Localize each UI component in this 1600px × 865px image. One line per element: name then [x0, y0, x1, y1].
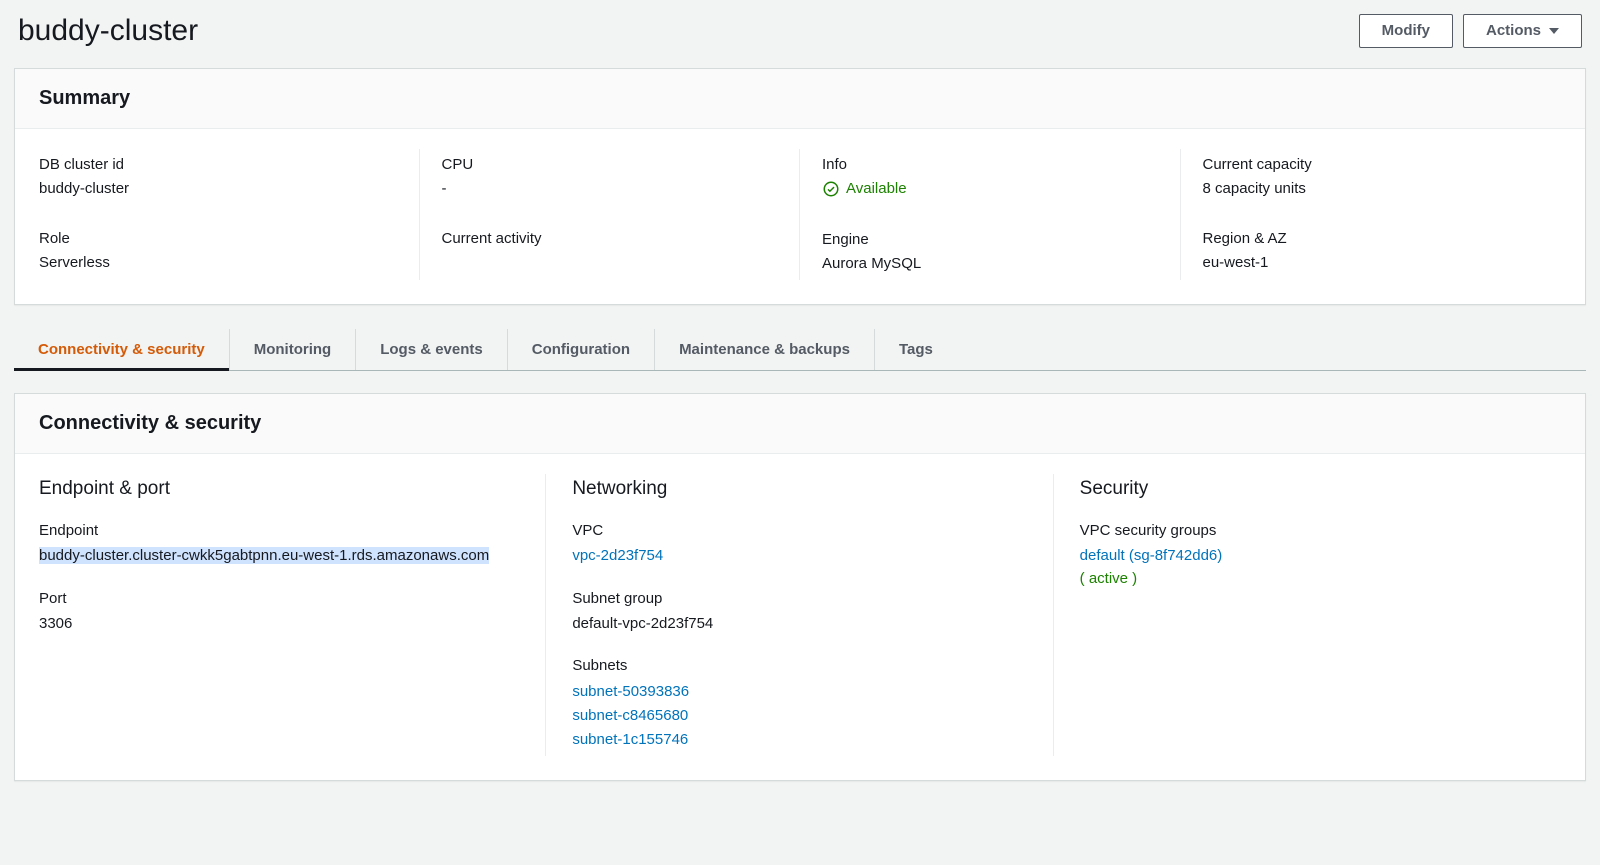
connectivity-panel-body: Endpoint & port Endpoint buddy-cluster.c… [15, 454, 1585, 780]
value-cpu: - [442, 177, 778, 201]
label-current-capacity: Current capacity [1203, 153, 1540, 177]
connectivity-panel-header: Connectivity & security [15, 394, 1585, 454]
chevron-down-icon [1549, 28, 1559, 34]
subnet-link[interactable]: subnet-c8465680 [572, 704, 688, 728]
security-group-status: ( active ) [1080, 570, 1138, 587]
networking-col: Networking VPC vpc-2d23f754 Subnet group… [546, 474, 1053, 756]
tab-maintenance-backups[interactable]: Maintenance & backups [655, 329, 875, 370]
actions-button-label: Actions [1486, 21, 1541, 41]
connectivity-heading: Connectivity & security [39, 412, 1561, 435]
subnet-link[interactable]: subnet-1c155746 [572, 728, 688, 752]
vpc-sg-block: VPC security groups default (sg-8f742dd6… [1080, 522, 1561, 590]
summary-col-2: Info Available Engine Aurora MySQL [800, 149, 1181, 280]
label-region-az: Region & AZ [1203, 227, 1540, 251]
modify-button-label: Modify [1382, 21, 1430, 41]
label-current-activity: Current activity [442, 227, 778, 251]
page-header: buddy-cluster Modify Actions [14, 10, 1586, 68]
field-current-activity: Current activity [442, 227, 778, 251]
value-db-cluster-id: buddy-cluster [39, 177, 397, 201]
check-circle-icon [822, 180, 840, 198]
summary-col-0: DB cluster id buddy-cluster Role Serverl… [39, 149, 420, 280]
summary-heading: Summary [39, 87, 1561, 110]
endpoint-value-wrap: buddy-cluster.cluster-cwkk5gabtpnn.eu-we… [39, 545, 519, 568]
vpc-value-wrap: vpc-2d23f754 [572, 545, 1026, 568]
value-role: Serverless [39, 251, 397, 275]
value-info: Available [822, 177, 907, 201]
summary-panel-header: Summary [15, 69, 1585, 129]
vpc-sg-value: default (sg-8f742dd6) ( active ) [1080, 545, 1561, 590]
tab-configuration[interactable]: Configuration [508, 329, 655, 370]
vpc-label: VPC [572, 522, 1026, 539]
label-engine: Engine [822, 228, 1158, 252]
label-db-cluster-id: DB cluster id [39, 153, 397, 177]
subnet-link[interactable]: subnet-50393836 [572, 680, 689, 704]
subnets-list: subnet-50393836 subnet-c8465680 subnet-1… [572, 680, 1026, 752]
endpoint-value[interactable]: buddy-cluster.cluster-cwkk5gabtpnn.eu-we… [39, 547, 489, 564]
summary-grid: DB cluster id buddy-cluster Role Serverl… [39, 149, 1561, 280]
connectivity-panel: Connectivity & security Endpoint & port … [14, 393, 1586, 781]
field-cpu: CPU - [442, 153, 778, 201]
tabs: Connectivity & security Monitoring Logs … [14, 329, 1586, 371]
port-value: 3306 [39, 613, 519, 636]
port-block: Port 3306 [39, 590, 519, 636]
tab-logs-events[interactable]: Logs & events [356, 329, 508, 370]
actions-button[interactable]: Actions [1463, 14, 1582, 48]
subnets-block: Subnets subnet-50393836 subnet-c8465680 … [572, 657, 1026, 752]
field-db-cluster-id: DB cluster id buddy-cluster [39, 153, 397, 201]
subnet-group-value: default-vpc-2d23f754 [572, 613, 1026, 636]
value-region-az: eu-west-1 [1203, 251, 1540, 275]
header-actions: Modify Actions [1359, 14, 1582, 48]
port-label: Port [39, 590, 519, 607]
value-info-text: Available [846, 177, 907, 201]
field-current-capacity: Current capacity 8 capacity units [1203, 153, 1540, 201]
tab-monitoring[interactable]: Monitoring [230, 329, 356, 370]
tab-tags[interactable]: Tags [875, 329, 957, 370]
security-col: Security VPC security groups default (sg… [1054, 474, 1561, 756]
value-current-capacity: 8 capacity units [1203, 177, 1540, 201]
label-cpu: CPU [442, 153, 778, 177]
endpoint-block: Endpoint buddy-cluster.cluster-cwkk5gabt… [39, 522, 519, 568]
value-engine: Aurora MySQL [822, 252, 1158, 276]
label-info: Info [822, 153, 1158, 177]
subnet-group-label: Subnet group [572, 590, 1026, 607]
field-info: Info Available [822, 153, 1158, 202]
endpoint-label: Endpoint [39, 522, 519, 539]
modify-button[interactable]: Modify [1359, 14, 1453, 48]
summary-panel-body: DB cluster id buddy-cluster Role Serverl… [15, 129, 1585, 304]
vpc-block: VPC vpc-2d23f754 [572, 522, 1026, 568]
field-role: Role Serverless [39, 227, 397, 275]
summary-col-1: CPU - Current activity [420, 149, 801, 280]
endpoint-port-heading: Endpoint & port [39, 478, 519, 500]
endpoint-port-col: Endpoint & port Endpoint buddy-cluster.c… [39, 474, 546, 756]
field-region-az: Region & AZ eu-west-1 [1203, 227, 1540, 275]
page-title: buddy-cluster [18, 14, 198, 48]
subnet-group-block: Subnet group default-vpc-2d23f754 [572, 590, 1026, 636]
connectivity-grid: Endpoint & port Endpoint buddy-cluster.c… [39, 474, 1561, 756]
vpc-link[interactable]: vpc-2d23f754 [572, 547, 663, 564]
label-role: Role [39, 227, 397, 251]
security-heading: Security [1080, 478, 1561, 500]
field-engine: Engine Aurora MySQL [822, 228, 1158, 276]
security-group-link[interactable]: default (sg-8f742dd6) [1080, 547, 1223, 564]
networking-heading: Networking [572, 478, 1026, 500]
summary-panel: Summary DB cluster id buddy-cluster Role… [14, 68, 1586, 305]
vpc-sg-label: VPC security groups [1080, 522, 1561, 539]
tab-connectivity-security[interactable]: Connectivity & security [14, 329, 230, 370]
summary-col-3: Current capacity 8 capacity units Region… [1181, 149, 1562, 280]
subnets-label: Subnets [572, 657, 1026, 674]
